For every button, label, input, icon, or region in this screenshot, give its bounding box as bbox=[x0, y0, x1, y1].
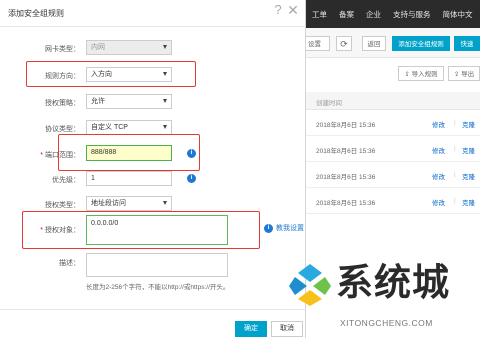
top-nav-bar: 工单 备案 企业 支持与服务 简体中文 bbox=[300, 0, 480, 28]
description-label: 描述： bbox=[59, 260, 80, 267]
clone-link[interactable]: 克隆 bbox=[462, 197, 475, 207]
direction-label: 规则方向： bbox=[45, 73, 80, 80]
info-icon[interactable]: i bbox=[187, 174, 196, 183]
policy-select[interactable]: 允许 bbox=[86, 94, 172, 109]
nic-type-label: 网卡类型： bbox=[45, 46, 80, 53]
edit-link[interactable]: 修改 bbox=[432, 171, 445, 181]
info-icon[interactable]: i bbox=[264, 224, 273, 233]
nav-ticket[interactable]: 工单 bbox=[312, 9, 327, 20]
priority-label: 优先级： bbox=[52, 177, 80, 184]
column-created-time: 创建时间 bbox=[316, 100, 342, 107]
row-time: 2018年8月6日 15:36 bbox=[316, 148, 376, 155]
port-range-label: * 端口范围： bbox=[40, 152, 80, 159]
table-row: 2018年8月6日 15:36 修改 | 克隆 bbox=[300, 136, 480, 162]
auth-type-value: 地址段访问 bbox=[91, 200, 126, 207]
description-hint: 长度为2-256个字符，不能以http://或https://开头。 bbox=[86, 284, 230, 291]
import-rules-button[interactable]: ⇪ 导入规则 bbox=[398, 66, 444, 81]
description-textarea[interactable] bbox=[86, 253, 228, 277]
refresh-icon[interactable]: ⟳ bbox=[336, 36, 352, 51]
watermark-url: XITONGCHENG.COM bbox=[340, 318, 433, 328]
clone-link[interactable]: 克隆 bbox=[462, 171, 475, 181]
required-mark: * bbox=[40, 227, 43, 234]
back-button[interactable]: 返回 bbox=[362, 36, 386, 51]
watermark-logo bbox=[289, 264, 331, 306]
edit-link[interactable]: 修改 bbox=[432, 145, 445, 155]
auth-object-textarea[interactable]: 0.0.0.0/0 bbox=[86, 215, 228, 245]
background-toolbar: 设置 ⟳ 返回 添加安全组规则 快速 bbox=[300, 28, 480, 58]
close-icon[interactable]: ✕ bbox=[287, 3, 299, 17]
table-row: 2018年8月6日 15:36 修改 | 克隆 bbox=[300, 188, 480, 214]
chevron-down-icon bbox=[163, 201, 167, 205]
info-icon[interactable]: i bbox=[187, 149, 196, 158]
edit-link[interactable]: 修改 bbox=[432, 197, 445, 207]
watermark-text: 系统城 bbox=[336, 261, 450, 304]
quick-add-button[interactable]: 快速 bbox=[454, 36, 480, 51]
export-button[interactable]: ⇪ 导出 bbox=[448, 66, 480, 81]
table-row: 2018年8月6日 15:36 修改 | 克隆 bbox=[300, 162, 480, 188]
dialog-title: 添加安全组规则 bbox=[8, 9, 64, 18]
chevron-down-icon bbox=[163, 99, 167, 103]
direction-value: 入方向 bbox=[91, 71, 112, 78]
table-header: 创建时间 bbox=[300, 92, 480, 110]
row-time: 2018年8月6日 15:36 bbox=[316, 174, 376, 181]
protocol-label: 协议类型： bbox=[45, 126, 80, 133]
protocol-select[interactable]: 自定义 TCP bbox=[86, 120, 172, 135]
help-icon[interactable]: ? bbox=[272, 3, 284, 17]
auth-type-select[interactable]: 地址段访问 bbox=[86, 196, 172, 211]
confirm-button[interactable]: 确定 bbox=[235, 321, 267, 337]
policy-value: 允许 bbox=[91, 98, 105, 105]
chevron-down-icon bbox=[163, 125, 167, 129]
row-time: 2018年8月6日 15:36 bbox=[316, 122, 376, 129]
edit-link[interactable]: 修改 bbox=[432, 119, 445, 129]
policy-label: 授权策略： bbox=[45, 100, 80, 107]
tutorial-link[interactable]: 教我设置 bbox=[276, 223, 304, 233]
port-range-input[interactable]: 888/888 bbox=[86, 145, 172, 161]
nav-support[interactable]: 支持与服务 bbox=[393, 9, 431, 20]
nav-enterprise[interactable]: 企业 bbox=[366, 9, 381, 20]
clone-link[interactable]: 克隆 bbox=[462, 119, 475, 129]
nic-type-select: 内网 bbox=[86, 40, 172, 55]
add-rule-button[interactable]: 添加安全组规则 bbox=[392, 36, 450, 51]
priority-input[interactable]: 1 bbox=[86, 171, 172, 186]
nav-language[interactable]: 简体中文 bbox=[443, 9, 473, 20]
chevron-down-icon bbox=[163, 45, 167, 49]
clone-link[interactable]: 克隆 bbox=[462, 145, 475, 155]
nav-icp[interactable]: 备案 bbox=[339, 9, 354, 20]
auth-object-label: * 授权对象： bbox=[40, 227, 80, 234]
row-time: 2018年8月6日 15:36 bbox=[316, 200, 376, 207]
auth-type-label: 授权类型： bbox=[45, 202, 80, 209]
cancel-button[interactable]: 取消 bbox=[271, 321, 303, 337]
nic-type-value: 内网 bbox=[91, 44, 105, 51]
upload-icon: ⇪ bbox=[404, 71, 412, 78]
footer-divider bbox=[0, 309, 306, 310]
chevron-down-icon bbox=[163, 72, 167, 76]
protocol-value: 自定义 TCP bbox=[91, 124, 128, 131]
direction-select[interactable]: 入方向 bbox=[86, 67, 172, 82]
add-security-rule-dialog: 添加安全组规则 ? ✕ 网卡类型： 内网 规则方向： 入方向 授权策略： 允许 … bbox=[0, 0, 306, 338]
background-action-row: ⇪ 导入规则 ⇪ 导出 bbox=[300, 58, 480, 92]
table-row: 2018年8月6日 15:36 修改 | 克隆 bbox=[300, 110, 480, 136]
title-divider bbox=[0, 26, 306, 27]
required-mark: * bbox=[40, 152, 43, 159]
